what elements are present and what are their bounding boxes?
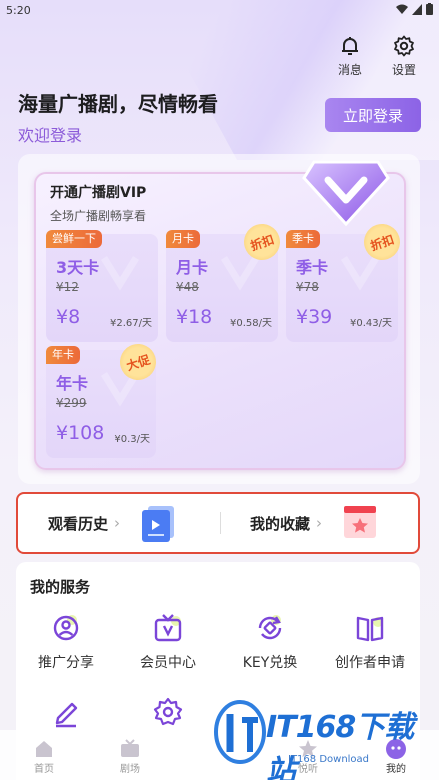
vip-title: 开通广播剧VIP: [50, 185, 147, 201]
plan-original-price: ¥48: [176, 280, 199, 294]
plan-badge: 季卡: [286, 230, 320, 248]
plan-unit-price: ¥2.67/天: [110, 318, 152, 329]
service-label: 推广分享: [38, 655, 94, 671]
site-watermark: IT168下载站 IT168 Download: [196, 688, 436, 780]
bell-icon: [342, 37, 358, 55]
plan-name: 月卡: [176, 258, 209, 277]
tab-label: 首页: [34, 764, 54, 775]
tab-theater[interactable]: 剧场: [100, 738, 160, 775]
chevron-right-icon: ›: [316, 514, 323, 532]
service-share[interactable]: 推广分享: [16, 612, 116, 672]
status-time: 5:20: [6, 4, 31, 17]
plan-price: ¥108: [56, 422, 105, 444]
status-bar: 5:20: [0, 0, 439, 24]
plan-name: 3天卡: [56, 258, 100, 277]
gear-icon: [394, 35, 414, 57]
book-icon: [356, 616, 384, 642]
watermark-brand: IT168下载站: [266, 710, 414, 780]
plan-original-price: ¥299: [56, 396, 87, 410]
plan-original-price: ¥78: [296, 280, 319, 294]
service-label: 创作者申请: [335, 655, 405, 671]
tab-label: 剧场: [120, 764, 140, 775]
plan-badge: 尝鲜一下: [46, 230, 102, 248]
tab-home[interactable]: 首页: [14, 738, 74, 775]
v-watermark-icon: [101, 256, 139, 291]
plan-badge: 月卡: [166, 230, 200, 248]
watermark-subtitle: IT168 Download: [288, 754, 370, 765]
service-key-exchange[interactable]: KEY兑换: [220, 612, 320, 672]
signal-icon: [412, 3, 422, 15]
video-history-icon: [142, 506, 175, 542]
welcome-login-link[interactable]: 欢迎登录: [18, 122, 82, 146]
status-icons: [396, 3, 433, 15]
service-label: KEY兑换: [242, 655, 298, 671]
plan-unit-price: ¥0.3/天: [114, 434, 150, 445]
plan-unit-price: ¥0.58/天: [230, 318, 272, 329]
service-creator-apply[interactable]: 创作者申请: [320, 612, 420, 672]
tv-icon: [121, 739, 139, 757]
watermark-logo-icon: [214, 700, 266, 764]
services-title: 我的服务: [30, 578, 91, 596]
favorites-icon: [344, 506, 377, 538]
plan-monthly[interactable]: 月卡 月卡 ¥48 ¥18 ¥0.58/天 折扣: [166, 219, 285, 342]
edit-icon: [55, 702, 78, 728]
share-person-icon: [53, 615, 79, 641]
chevron-right-icon: ›: [114, 514, 121, 532]
plan-yearly[interactable]: 年卡 年卡 ¥299 ¥108 ¥0.3/天 大促: [46, 339, 161, 458]
plan-name: 季卡: [296, 258, 329, 277]
vip-emblem-icon: [302, 160, 390, 227]
my-favorites-link[interactable]: 我的收藏 ›: [250, 494, 380, 552]
plan-3day[interactable]: 尝鲜一下 3天卡 ¥12 ¥8 ¥2.67/天: [46, 230, 158, 342]
page-headline: 海量广播剧，尽情畅看: [18, 92, 218, 116]
service-vip-center[interactable]: 会员中心: [118, 612, 218, 672]
vip-subtitle: 全场广播剧畅享看: [50, 209, 147, 223]
watch-history-label: 观看历史: [48, 514, 109, 533]
battery-icon: [426, 3, 433, 15]
login-button[interactable]: 立即登录: [325, 98, 421, 132]
watch-history-link[interactable]: 观看历史 ›: [48, 494, 178, 552]
wifi-icon: [396, 4, 408, 14]
plan-badge: 年卡: [46, 346, 80, 364]
plan-price: ¥18: [176, 306, 213, 328]
settings-button[interactable]: 设置: [387, 34, 421, 78]
plan-price: ¥8: [56, 306, 81, 328]
home-icon: [36, 741, 52, 757]
messages-button[interactable]: 消息: [333, 34, 367, 78]
messages-label: 消息: [337, 63, 362, 77]
top-actions: 消息 设置: [333, 34, 421, 78]
service-label: 会员中心: [140, 655, 196, 671]
quick-links-box: 观看历史 › 我的收藏 ›: [16, 492, 420, 554]
key-exchange-icon: [258, 615, 282, 640]
plan-price: ¥39: [296, 306, 333, 328]
plan-quarterly[interactable]: 季卡 季卡 ¥78 ¥39 ¥0.43/天 折扣: [286, 219, 405, 342]
my-favorites-label: 我的收藏: [250, 514, 311, 533]
vip-card: 开通广播剧VIP 全场广播剧畅享看 尝鲜一下 3天卡 ¥12 ¥8 ¥2.67/…: [34, 160, 406, 470]
header-background-shape: [150, 0, 439, 160]
plan-original-price: ¥12: [56, 280, 79, 294]
plan-name: 年卡: [56, 374, 89, 393]
plan-unit-price: ¥0.43/天: [350, 318, 392, 329]
settings-flower-icon: [153, 697, 183, 726]
quick-links-divider: [220, 512, 221, 534]
settings-label: 设置: [391, 63, 416, 77]
vip-tv-icon: [154, 614, 182, 642]
